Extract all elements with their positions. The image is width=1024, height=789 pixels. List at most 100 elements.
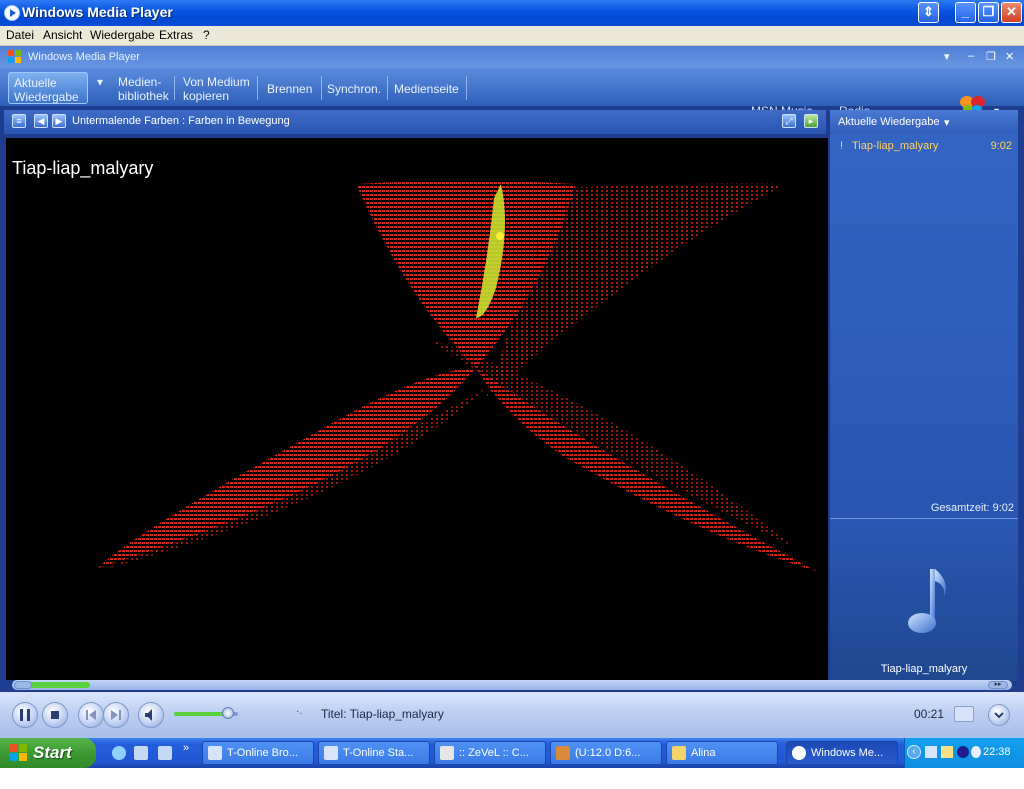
previous-icon [86, 710, 96, 720]
menu-bar: Datei Ansicht Wiedergabe Extras ? [0, 26, 1024, 46]
pause-button[interactable] [12, 702, 38, 728]
tray-app-icon[interactable] [957, 746, 969, 758]
next-icon [111, 710, 121, 720]
taskbar-button-label: T-Online Bro... [227, 747, 298, 759]
taskbar-button-torrent[interactable]: (U:12.0 D:6... [550, 741, 662, 765]
clock-app-icon[interactable] [971, 746, 981, 758]
maximize-button[interactable]: ❐ [978, 2, 999, 23]
browser-icon [440, 746, 454, 760]
window-title-bar[interactable]: Windows Media Player ⇕ _ ❐ ✕ [0, 0, 1024, 26]
now-playing-title: Titel: Tiap-liap_malyary [321, 707, 444, 721]
taskbar-button-zevel[interactable]: :: ZeVeL :: C... [434, 741, 546, 765]
seek-bar[interactable]: ▸▸ [12, 680, 1012, 690]
minimize-button[interactable]: _ [955, 2, 976, 23]
windows-taskbar: Start » T-Online Bro... T-Online Sta... … [0, 738, 1024, 768]
volume-slider[interactable] [174, 707, 238, 719]
menu-wiedergabe[interactable]: Wiedergabe [90, 28, 155, 42]
media-player: Windows Media Player ▾ – ❐ ✕ Aktuelle Wi… [0, 46, 1024, 738]
compact-mode-button[interactable] [988, 704, 1010, 726]
start-label: Start [33, 743, 72, 762]
tab-library[interactable]: Medien- bibliothek [113, 72, 175, 104]
menu-ansicht[interactable]: Ansicht [43, 28, 82, 42]
viz-menu-icon[interactable]: ≡ [12, 114, 26, 128]
elapsed-time: 00:21 [914, 707, 945, 721]
seek-progress [26, 682, 90, 688]
wmp-minimize-button[interactable]: – [968, 50, 974, 62]
menu-help[interactable]: ? [203, 28, 210, 42]
tab-label: bibliothek [118, 89, 169, 103]
chevron-down-icon[interactable]: ▾ [944, 116, 950, 129]
visualization-area[interactable]: Tiap-liap_malyary [6, 138, 828, 680]
full-screen-icon[interactable]: ⤢ [782, 114, 796, 128]
total-time: Gesamtzeit: 9:02 [930, 502, 1014, 514]
speaker-icon [145, 709, 152, 721]
close-button[interactable]: ✕ [1001, 2, 1022, 23]
playlist-item-title: Tiap-liap_malyary [852, 140, 939, 152]
tab-sync[interactable]: Synchron. [322, 72, 388, 104]
media-player-icon [792, 746, 806, 760]
window-title: Windows Media Player [22, 4, 173, 20]
seek-handle-icon[interactable] [14, 681, 32, 689]
tab-label: Wiedergabe [14, 90, 79, 104]
chevron-down-icon[interactable]: ▾ [92, 72, 110, 104]
tab-label: Medien- [118, 75, 162, 89]
volume-level [174, 712, 228, 716]
status-sparkle-icon: ·. [296, 706, 303, 717]
security-icon[interactable] [941, 746, 953, 758]
wmp-label: Windows Media Player [28, 51, 140, 63]
folder-icon [672, 746, 686, 760]
album-title: Tiap-liap_malyary [880, 663, 968, 675]
tab-label: Brennen [267, 82, 313, 96]
playlist-header[interactable]: Aktuelle Wiedergabe ▾ [830, 110, 1018, 134]
taskbar-button-label: Alina [691, 747, 716, 759]
scroll-icon[interactable]: ⇕ [918, 2, 939, 23]
tab-media-guide[interactable]: Medienseite [389, 72, 467, 104]
tonline-icon [324, 746, 338, 760]
next-button[interactable] [103, 702, 129, 728]
fast-forward-handle-icon[interactable]: ▸▸ [988, 681, 1008, 689]
previous-button[interactable] [78, 702, 104, 728]
taskbar-button-tonline-browser[interactable]: T-Online Bro... [202, 741, 314, 765]
taskbar-button-media-player[interactable]: Windows Me... [786, 741, 898, 765]
next-viz-icon[interactable]: ▶ [52, 114, 66, 128]
visualization-name: Untermalende Farben : Farben in Bewegung [72, 115, 290, 127]
show-playlist-icon[interactable]: ▸ [804, 114, 818, 128]
shuffle-button[interactable] [954, 706, 974, 722]
volume-knob-icon[interactable] [222, 707, 234, 719]
menu-datei[interactable]: Datei [6, 28, 34, 42]
chevron-right-icon[interactable]: » [183, 742, 189, 754]
network-icon[interactable] [925, 746, 937, 758]
wmp-title-bar: Windows Media Player ▾ – ❐ ✕ [0, 46, 1024, 68]
dropdown-icon[interactable]: ▾ [944, 50, 950, 63]
music-note-icon [908, 569, 946, 633]
tonline-quicklaunch-icon[interactable] [134, 746, 148, 760]
warning-icon: ! [840, 140, 844, 152]
menu-extras[interactable]: Extras [159, 28, 193, 42]
tonline2-quicklaunch-icon[interactable] [158, 746, 172, 760]
transport-controls: ·. Titel: Tiap-liap_malyary 00:21 [0, 692, 1024, 738]
wmp-restore-button[interactable]: ❐ [986, 50, 996, 63]
playlist-item[interactable]: ! Tiap-liap_malyary 9:02 [830, 138, 1018, 154]
pause-icon [20, 709, 30, 721]
wmp-close-button[interactable]: ✕ [1005, 50, 1014, 63]
visualization-graphic [98, 181, 818, 572]
windows-flag-icon [10, 744, 27, 761]
taskbar-button-label: T-Online Sta... [343, 747, 414, 759]
feature-taskbar: Aktuelle Wiedergabe ▾ Medien- bibliothek… [0, 68, 1024, 124]
tab-label: Aktuelle [14, 76, 57, 90]
tab-now-playing[interactable]: Aktuelle Wiedergabe [8, 72, 88, 104]
media-player-icon [4, 5, 20, 21]
stop-button[interactable] [42, 702, 68, 728]
mute-button[interactable] [138, 702, 164, 728]
previous-viz-icon[interactable]: ◀ [34, 114, 48, 128]
tab-burn[interactable]: Brennen [262, 72, 322, 104]
ie-quicklaunch-icon[interactable] [112, 746, 126, 760]
start-button[interactable]: Start [0, 738, 96, 768]
taskbar-button-tonline-start[interactable]: T-Online Sta... [318, 741, 430, 765]
taskbar-button-alina[interactable]: Alina [666, 741, 778, 765]
album-art[interactable]: Tiap-liap_malyary [830, 518, 1018, 681]
tab-label: Von Medium [183, 75, 250, 89]
compact-mode-icon [994, 712, 1004, 719]
tab-rip[interactable]: Von Medium kopieren [178, 72, 258, 104]
chevron-left-icon[interactable]: ‹ [907, 745, 921, 759]
